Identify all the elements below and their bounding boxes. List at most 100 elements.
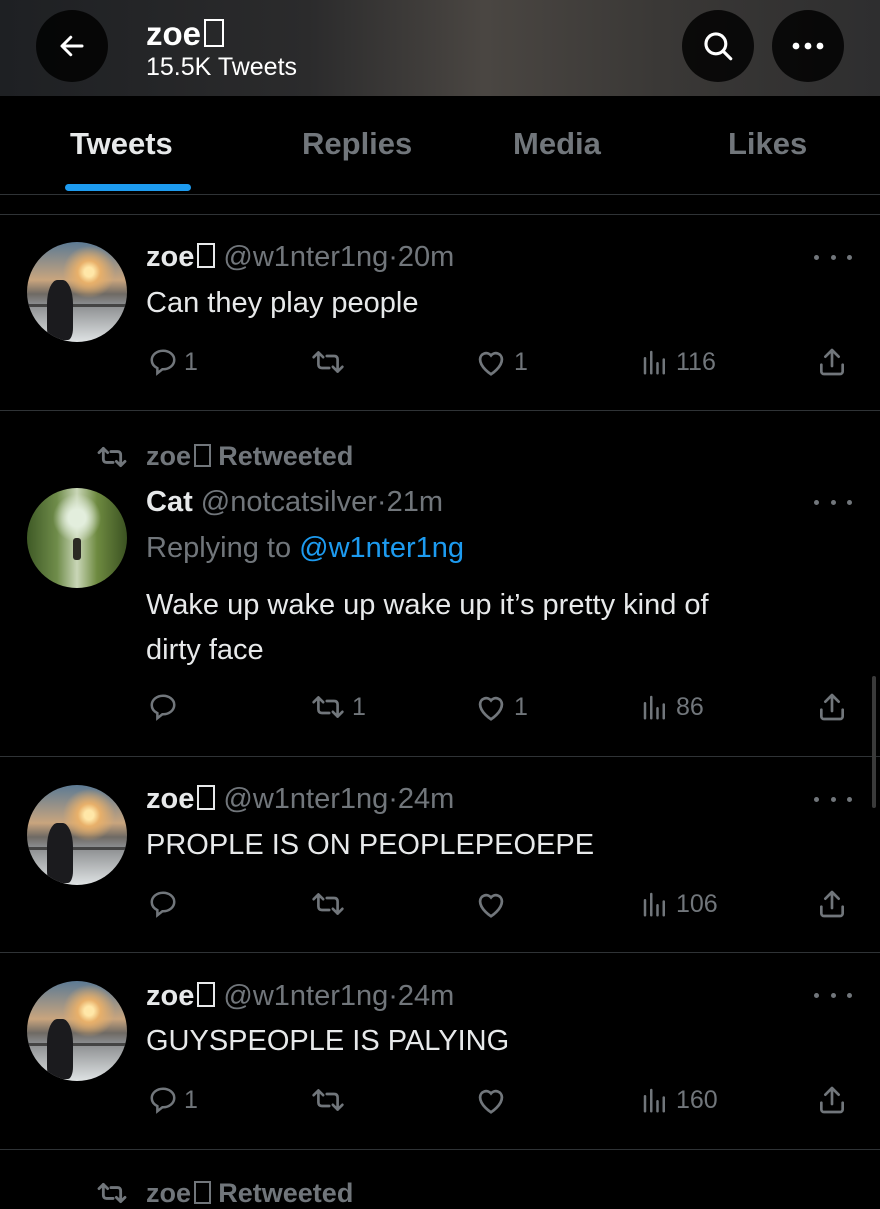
like-button[interactable] [474,1085,514,1115]
views-icon [643,350,665,375]
tweet-more-icon[interactable] [814,792,852,806]
scrollbar[interactable] [872,676,876,808]
avatar[interactable] [27,488,127,588]
author-handle[interactable]: @notcatsilver [201,486,377,518]
like-count: 1 [514,693,528,721]
reply-count: 1 [184,1086,198,1114]
heart-icon [478,893,504,918]
share-button[interactable] [816,346,848,378]
active-tab-indicator [65,184,191,191]
replying-to: Replying to @w1nter1ng [146,530,464,566]
tab-tweets[interactable]: Tweets [70,126,173,162]
share-button[interactable] [816,691,848,723]
unsupported-emoji-glyph [194,1180,211,1204]
retweeted-by-label[interactable]: zoe Retweeted [146,440,353,472]
share-button[interactable] [816,888,848,920]
author-handle[interactable]: @w1nter1ng [223,783,388,815]
unsupported-emoji-glyph [197,785,216,810]
reply-button[interactable]: 1 [148,1085,198,1115]
unsupported-emoji-glyph [197,243,216,268]
reply-button[interactable] [148,692,184,722]
reply-button[interactable] [148,889,184,919]
tweet-text: Wake up wake up wake up it’s pretty kind… [146,589,709,621]
tweet-more-icon[interactable] [814,988,852,1002]
retweet-button[interactable] [310,347,352,377]
reply-button[interactable]: 1 [148,347,198,377]
back-button[interactable] [36,10,108,82]
share-icon [820,890,844,918]
view-count: 160 [676,1086,718,1114]
retweet-button[interactable] [310,1085,352,1115]
avatar[interactable] [27,981,127,1081]
timestamp[interactable]: 21m [387,486,443,518]
views-icon [643,695,665,720]
profile-header: zoe 15.5K Tweets [0,0,880,96]
views-button[interactable]: 86 [640,692,704,722]
separator-dot: · [388,783,398,815]
views-icon [643,1088,665,1113]
share-icon [820,348,844,376]
avatar[interactable] [27,242,127,342]
tweet-text: PROPLE IS ON PEOPLEPEOEPE [146,829,595,861]
view-count: 106 [676,890,718,918]
author-name[interactable]: zoe [146,980,194,1012]
avatar[interactable] [27,785,127,885]
search-icon [704,32,733,61]
views-button[interactable]: 160 [640,1085,718,1115]
profile-name-header: zoe [146,14,225,54]
more-button[interactable] [772,10,844,82]
back-arrow-icon [60,35,84,57]
retweet-count: 1 [352,693,366,721]
timestamp[interactable]: 24m [398,783,454,815]
separator-dot: · [388,241,398,273]
tweet-header: Cat @notcatsilver·21m [146,484,443,520]
retweet-button[interactable] [310,889,352,919]
divider [0,214,880,215]
retweet-icon [312,893,344,915]
tweet-count: 15.5K Tweets [146,53,298,81]
retweet-button[interactable]: 1 [310,692,366,722]
reply-icon [150,891,176,918]
tab-media[interactable]: Media [513,126,601,162]
retweeted-by-label[interactable]: zoe Retweeted [146,1177,353,1209]
tab-replies[interactable]: Replies [302,126,412,162]
views-button[interactable]: 116 [640,347,716,377]
unsupported-emoji-glyph [204,18,225,47]
tab-likes[interactable]: Likes [728,126,807,162]
view-count: 116 [676,348,716,376]
heart-icon [478,696,504,721]
tweet-header: zoe @w1nter1ng·24m [146,781,454,817]
timestamp[interactable]: 20m [398,241,454,273]
tweet-text: GUYSPEOPLE IS PALYING [146,1025,510,1057]
tweet-more-icon[interactable] [814,250,852,264]
retweet-indicator-icon [97,1182,127,1204]
retweet-icon [312,696,344,718]
like-button[interactable]: 1 [474,692,528,722]
views-button[interactable]: 106 [640,889,718,919]
reply-icon [150,349,176,376]
like-button[interactable] [474,889,514,919]
tweet-more-icon[interactable] [814,495,852,509]
profile-tabs: Tweets Replies Media Likes [0,96,880,195]
tweet-text: Can they play people [146,287,419,319]
like-button[interactable]: 1 [474,347,528,377]
author-handle[interactable]: @w1nter1ng [223,241,388,273]
author-name[interactable]: Cat [146,486,193,518]
tweet-header: zoe @w1nter1ng·20m [146,239,454,275]
author-handle[interactable]: @w1nter1ng [223,980,388,1012]
reply-count: 1 [184,348,198,376]
reply-icon [150,1087,176,1114]
tweet-text: dirty face [146,634,264,666]
author-name[interactable]: zoe [146,241,194,273]
separator-dot: · [388,980,398,1012]
share-icon [820,1086,844,1114]
share-button[interactable] [816,1084,848,1116]
view-count: 86 [676,693,704,721]
reply-icon [150,694,176,721]
author-name[interactable]: zoe [146,783,194,815]
heart-icon [478,351,504,376]
replying-to-handle[interactable]: @w1nter1ng [299,532,464,564]
timestamp[interactable]: 24m [398,980,454,1012]
divider [0,756,880,757]
search-button[interactable] [682,10,754,82]
